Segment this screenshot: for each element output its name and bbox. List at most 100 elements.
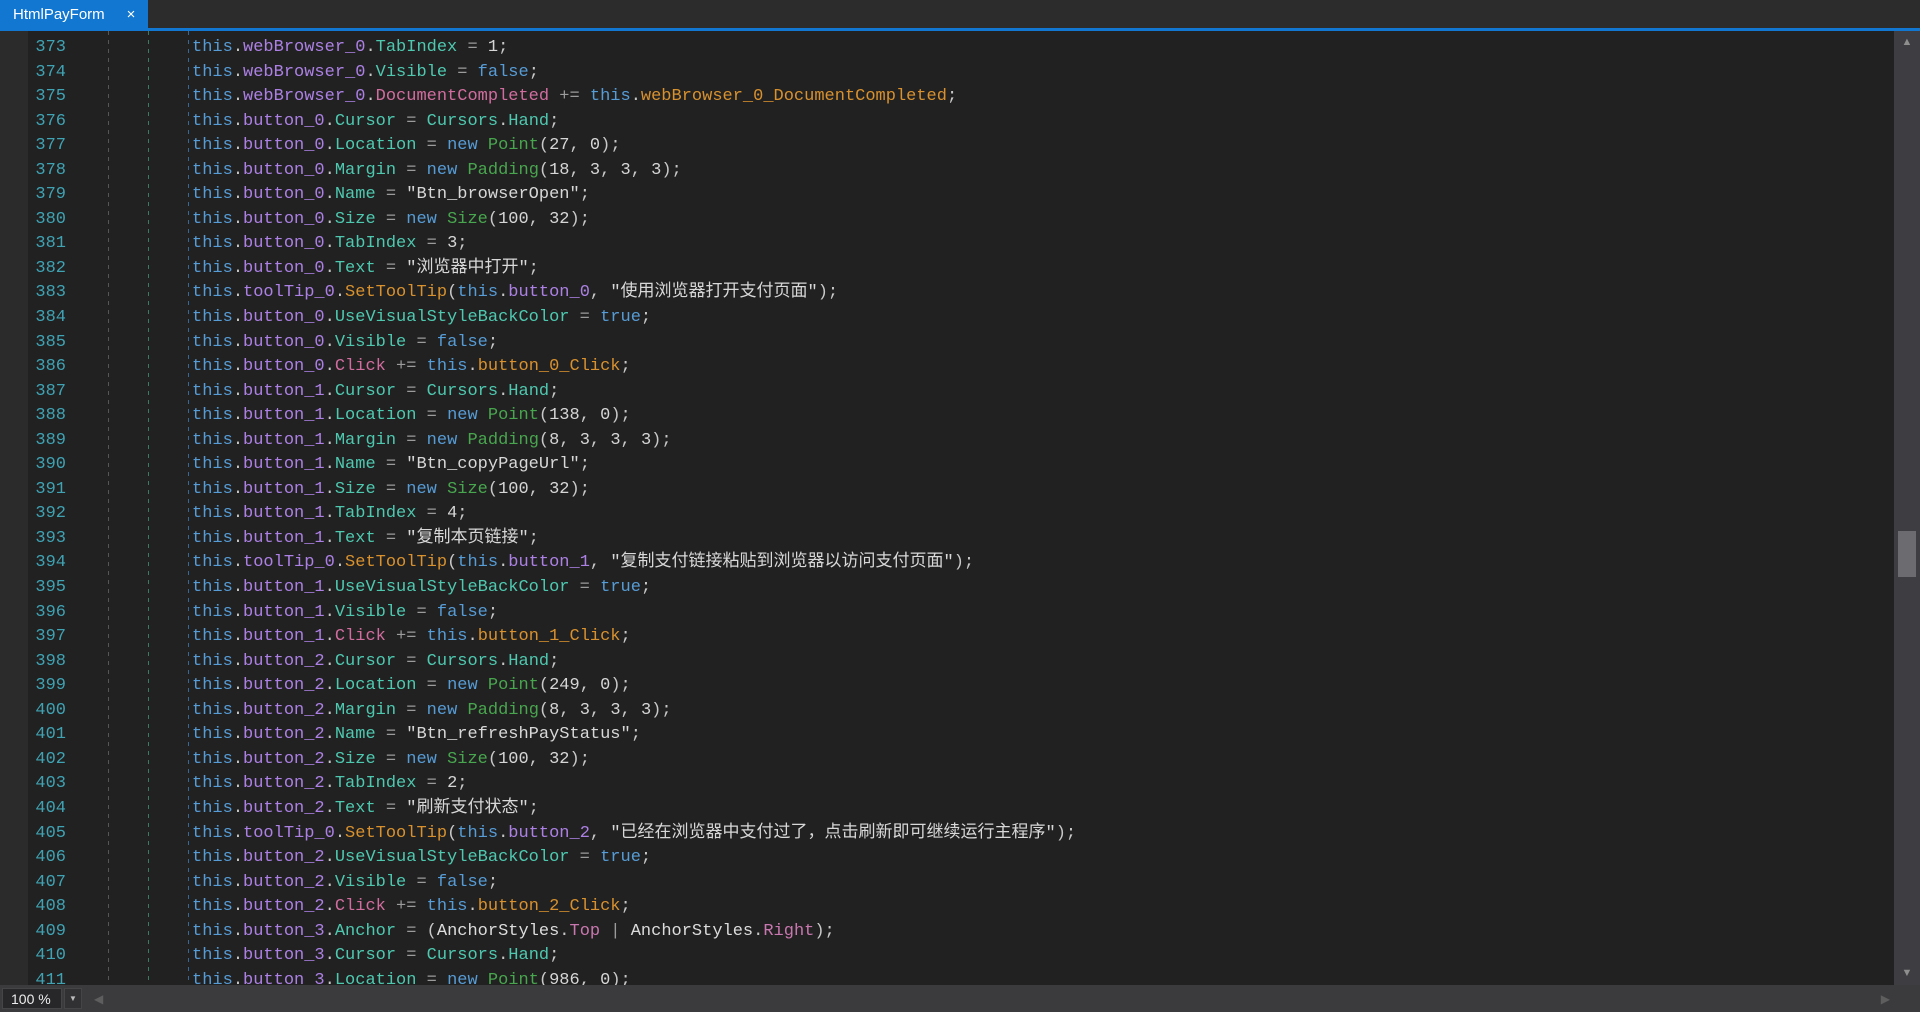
code-editor[interactable]: 373this.webBrowser_0.TabIndex = 1;374thi… [0,31,1920,985]
line-number: 387 [0,380,66,405]
line-number: 403 [0,772,66,797]
close-icon[interactable]: × [127,7,136,22]
code-text: this.button_2.Click += this.button_2_Cli… [192,897,631,916]
code-text: this.button_0.Visible = false; [192,333,498,352]
line-number: 373 [0,36,66,61]
line-number: 406 [0,846,66,871]
code-text: this.button_0.TabIndex = 3; [192,234,467,253]
code-line[interactable]: 379this.button_0.Name = "Btn_browserOpen… [0,183,1894,208]
code-line[interactable]: 380this.button_0.Size = new Size(100, 32… [0,208,1894,233]
line-number: 386 [0,355,66,380]
code-line[interactable]: 377this.button_0.Location = new Point(27… [0,134,1894,159]
code-text: this.button_0.Click += this.button_0_Cli… [192,357,631,376]
code-line[interactable]: 394 this.toolTip_0.SetToolTip(this.button… [0,551,1894,576]
code-line[interactable]: 376 this.button_0.Cursor = Cursors.Hand; [0,110,1894,135]
line-number: 398 [0,650,66,675]
code-line[interactable]: 384this.button_0.UseVisualStyleBackColor… [0,306,1894,331]
vertical-scrollbar-thumb[interactable] [1898,531,1916,577]
editor-bottom-bar: 100 % ▼ ◀ ▶ [0,985,1920,1012]
code-line[interactable]: 390this.button_1.Name = "Btn_copyPageUrl… [0,453,1894,478]
code-line[interactable]: 385 this.button_0.Visible = false; [0,331,1894,356]
line-number: 407 [0,871,66,896]
code-text: this.button_0.Text = "浏览器中打开"; [192,259,539,278]
code-line[interactable]: 395 this.button_1.UseVisualStyleBackColor… [0,576,1894,601]
code-text: this.button_2.Cursor = Cursors.Hand; [192,652,559,671]
code-text: this.toolTip_0.SetToolTip(this.button_1,… [192,553,974,572]
line-number: 376 [0,110,66,135]
code-text: this.button_1.Click += this.button_1_Cli… [192,627,631,646]
code-line[interactable]: 393 this.button_1.Text = "复制本页链接"; [0,527,1894,552]
tab-label: HtmlPayForm [13,6,105,23]
line-number: 393 [0,527,66,552]
code-line[interactable]: 389this.button_1.Margin = new Padding(8,… [0,429,1894,454]
zoom-level-control[interactable]: 100 % [2,988,62,1009]
chevron-down-icon: ▼ [69,994,77,1003]
line-number: 375 [0,85,66,110]
line-number: 390 [0,453,66,478]
line-number: 410 [0,944,66,969]
code-line[interactable]: 392this.button_1.TabIndex = 4; [0,502,1894,527]
code-line[interactable]: 383this.toolTip_0.SetToolTip(this.button… [0,281,1894,306]
code-line[interactable]: 403this.button_2.TabIndex = 2; [0,772,1894,797]
code-text: this.button_2.UseVisualStyleBackColor = … [192,848,651,867]
line-number: 400 [0,699,66,724]
code-line[interactable]: 374this.webBrowser_0.Visible = false; [0,61,1894,86]
code-text: this.button_1.Cursor = Cursors.Hand; [192,382,559,401]
code-line[interactable]: 391this.button_1.Size = new Size(100, 32… [0,478,1894,503]
code-line[interactable]: 387 this.button_1.Cursor = Cursors.Hand; [0,380,1894,405]
code-line[interactable]: 411this.button_3.Location = new Point(98… [0,969,1894,985]
code-lines[interactable]: 373this.webBrowser_0.TabIndex = 1;374thi… [0,36,1894,985]
line-number: 380 [0,208,66,233]
code-line[interactable]: 386 this.button_0.Click += this.button_0_… [0,355,1894,380]
code-text: this.button_1.TabIndex = 4; [192,504,467,523]
line-number: 409 [0,920,66,945]
code-line[interactable]: 388this.button_1.Location = new Point(13… [0,404,1894,429]
code-text: this.button_0.UseVisualStyleBackColor = … [192,308,651,327]
line-number: 381 [0,232,66,257]
line-number: 388 [0,404,66,429]
code-line[interactable]: 409this.button_3.Anchor = (AnchorStyles.… [0,920,1894,945]
code-line[interactable]: 405 this.toolTip_0.SetToolTip(this.button… [0,822,1894,847]
code-line[interactable]: 373this.webBrowser_0.TabIndex = 1; [0,36,1894,61]
code-text: this.button_1.Visible = false; [192,603,498,622]
scroll-down-icon[interactable]: ▼ [1894,968,1920,979]
line-number: 389 [0,429,66,454]
line-number: 379 [0,183,66,208]
tab-htmlpayform[interactable]: HtmlPayForm × [0,0,148,28]
code-line[interactable]: 410 this.button_3.Cursor = Cursors.Hand; [0,944,1894,969]
code-text: this.webBrowser_0.Visible = false; [192,63,539,82]
code-line[interactable]: 399this.button_2.Location = new Point(24… [0,674,1894,699]
code-text: this.button_1.Text = "复制本页链接"; [192,529,539,548]
code-line[interactable]: 397this.button_1.Click += this.button_1_… [0,625,1894,650]
code-text: this.button_1.UseVisualStyleBackColor = … [192,578,651,597]
line-number: 394 [0,551,66,576]
code-line[interactable]: 375this.webBrowser_0.DocumentCompleted +… [0,85,1894,110]
vertical-scrollbar[interactable]: ▲ ▼ [1894,31,1920,985]
code-line[interactable]: 402this.button_2.Size = new Size(100, 32… [0,748,1894,773]
line-number: 385 [0,331,66,356]
code-line[interactable]: 396this.button_1.Visible = false; [0,601,1894,626]
code-line[interactable]: 381 this.button_0.TabIndex = 3; [0,232,1894,257]
code-line[interactable]: 378this.button_0.Margin = new Padding(18… [0,159,1894,184]
code-line[interactable]: 406 this.button_2.UseVisualStyleBackColor… [0,846,1894,871]
line-number: 411 [0,969,66,985]
code-line[interactable]: 407this.button_2.Visible = false; [0,871,1894,896]
code-text: this.toolTip_0.SetToolTip(this.button_2,… [192,824,1076,843]
zoom-dropdown-button[interactable]: ▼ [64,988,82,1009]
scroll-up-icon[interactable]: ▲ [1894,37,1920,48]
scroll-left-icon[interactable]: ◀ [94,992,103,1006]
scroll-right-icon[interactable]: ▶ [1881,992,1890,1006]
code-line[interactable]: 382this.button_0.Text = "浏览器中打开"; [0,257,1894,282]
line-number: 408 [0,895,66,920]
code-line[interactable]: 398 this.button_2.Cursor = Cursors.Hand; [0,650,1894,675]
line-number: 405 [0,822,66,847]
code-line[interactable]: 400this.button_2.Margin = new Padding(8,… [0,699,1894,724]
tab-bar: HtmlPayForm × [0,0,1920,28]
code-text: this.button_3.Cursor = Cursors.Hand; [192,946,559,965]
code-line[interactable]: 401this.button_2.Name = "Btn_refreshPayS… [0,723,1894,748]
code-line[interactable]: 408 this.button_2.Click += this.button_2_… [0,895,1894,920]
code-text: this.button_0.Cursor = Cursors.Hand; [192,112,559,131]
code-line[interactable]: 404this.button_2.Text = "刷新支付状态"; [0,797,1894,822]
line-number: 395 [0,576,66,601]
line-number: 378 [0,159,66,184]
